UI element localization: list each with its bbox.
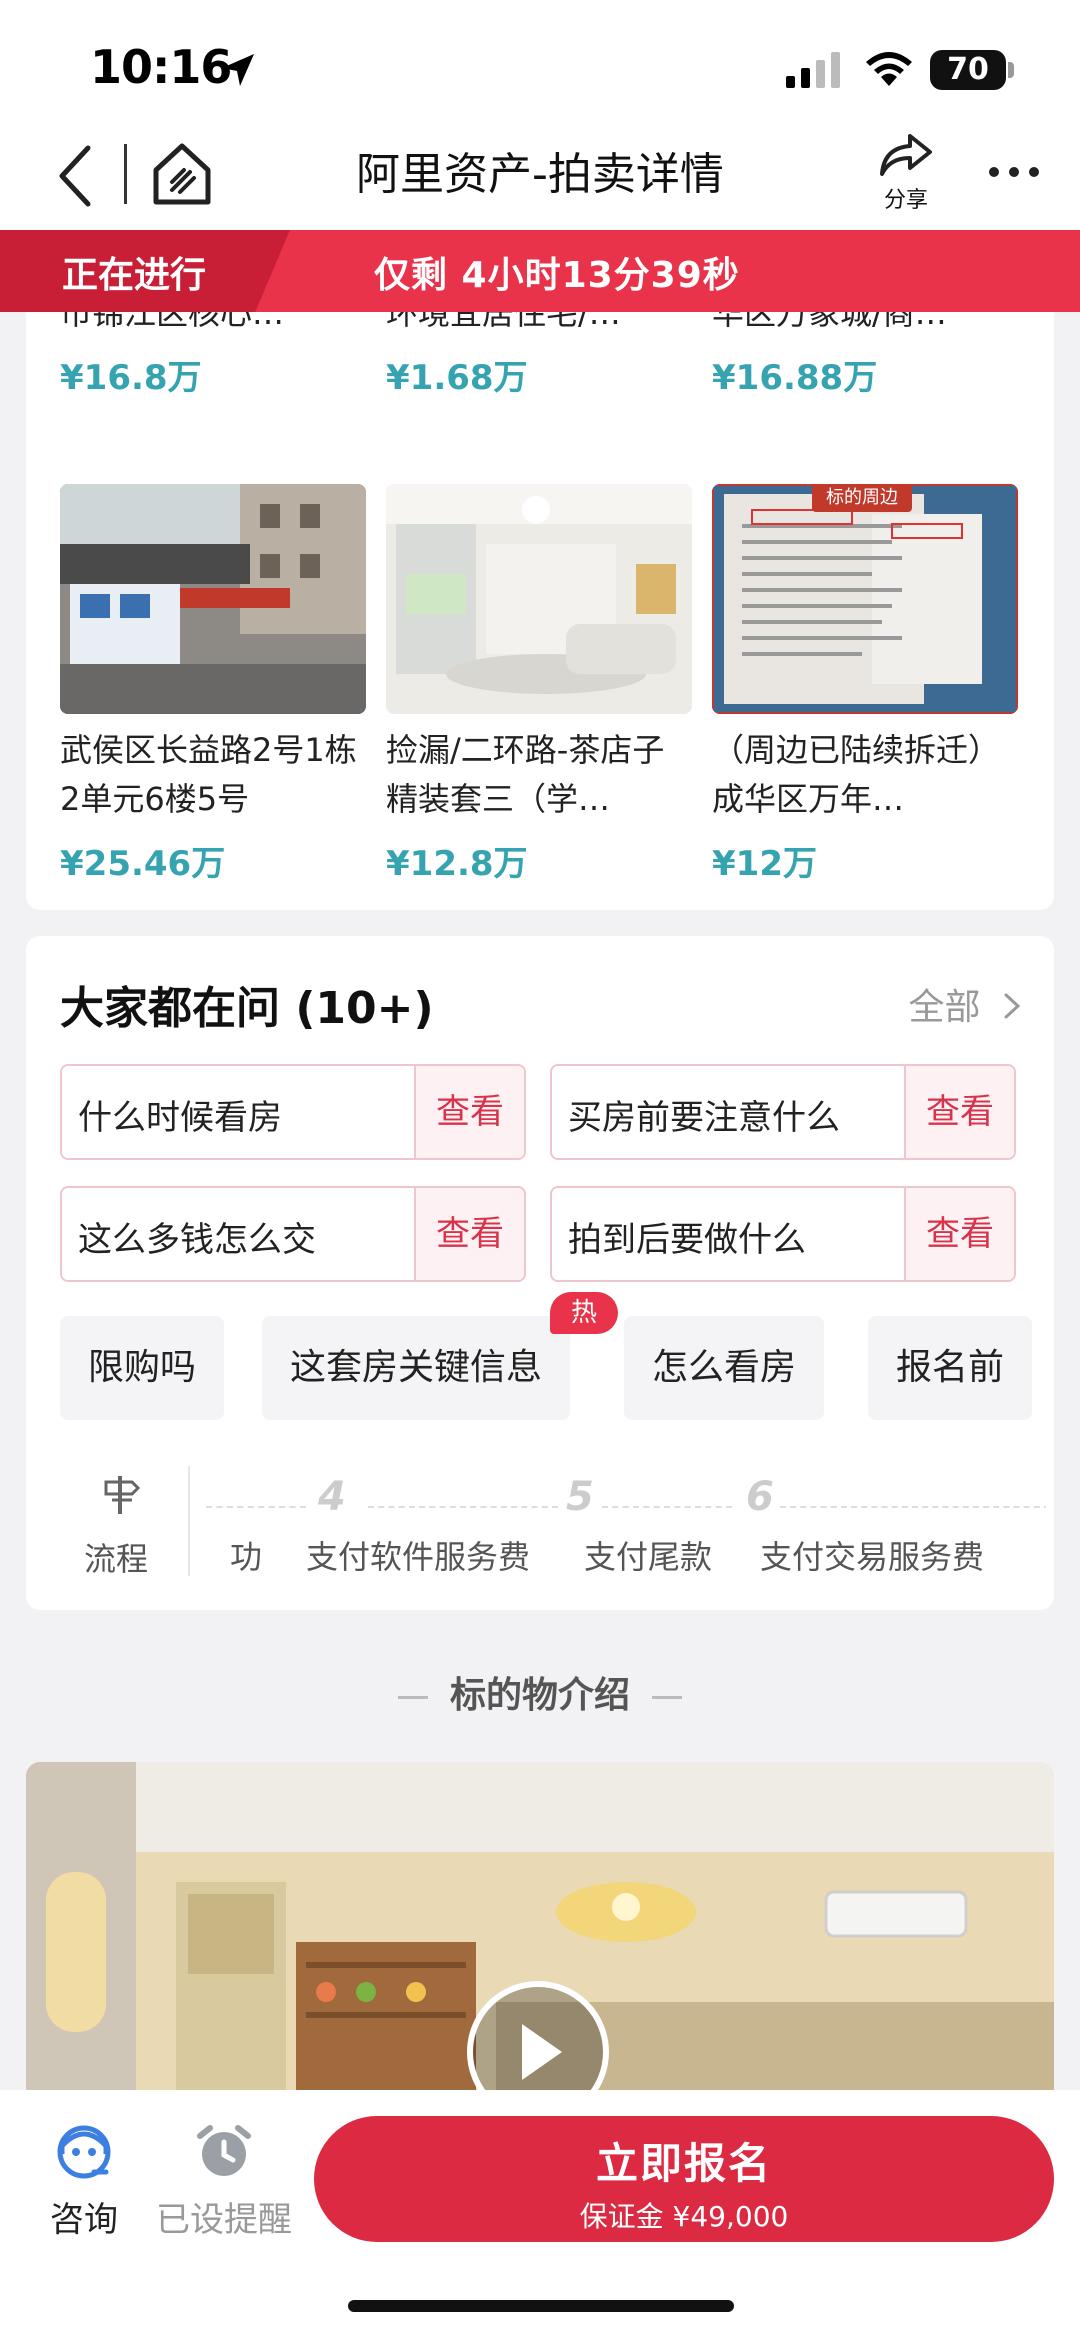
related-item-name: 捡漏/二环路-茶店子精装套三（学… <box>386 731 665 818</box>
share-button[interactable]: 分享 <box>876 130 936 214</box>
faq-chip[interactable]: 怎么看房 <box>624 1316 825 1420</box>
flow-step-label: 功 <box>230 1538 263 1576</box>
faq-chip[interactable]: 报名前 <box>868 1316 1033 1420</box>
flow-step-label: 支付软件服务费 <box>306 1538 531 1576</box>
photo-tag: 标的周边 <box>826 487 898 508</box>
related-item-name: （周边已陆续拆迁）成华区万年… <box>712 731 1001 818</box>
flow-connector <box>602 1506 732 1508</box>
related-item[interactable]: 标的周边 （周边已陆续拆迁）成华区万年… ¥12万 <box>712 484 1018 885</box>
related-item-price: ¥16.88万 <box>712 358 878 398</box>
faq-question: 什么时候看房 <box>78 1098 282 1138</box>
flow-connector <box>206 1506 306 1508</box>
consult-button[interactable]: 咨询 <box>50 2124 118 2241</box>
flow-connector <box>368 1506 558 1508</box>
flow-step-label: 支付尾款 <box>584 1538 713 1576</box>
faq-item[interactable]: 买房前要注意什么 查看 <box>550 1064 1016 1160</box>
related-item[interactable]: 武侯区长益路2号1栋2单元6楼5号 ¥25.46万 <box>60 484 366 885</box>
faq-question: 买房前要注意什么 <box>568 1098 840 1138</box>
property-video[interactable] <box>26 1762 1054 2092</box>
register-now-label: 立即报名 <box>595 2139 772 2188</box>
battery-indicator: 70 <box>930 50 1006 90</box>
related-items-card: 二环内老破小）成都市锦江区核心… ¥16.8万 特价捡漏】新都绝佳环境宜居住宅/… <box>26 280 1054 910</box>
hot-badge: 热 <box>550 1292 618 1334</box>
home-indicator <box>348 2300 734 2312</box>
faq-view-button[interactable]: 查看 <box>414 1188 524 1280</box>
countdown-timer: 仅剩 4小时13分39秒 <box>374 255 740 296</box>
alarm-clock-icon <box>197 2125 251 2176</box>
related-item-name: 武侯区长益路2号1栋2单元6楼5号 <box>60 731 357 818</box>
nav-bar: 阿里资产-拍卖详情 分享 <box>0 130 1080 230</box>
wifi-icon <box>866 52 912 86</box>
faq-view-button[interactable]: 查看 <box>414 1066 524 1158</box>
related-item-photo <box>386 484 692 714</box>
section-title-text: 标的物介绍 <box>449 1675 630 1716</box>
title-dash <box>652 1695 682 1699</box>
flow-step-number: 4 <box>318 1474 346 1520</box>
status-time: 10:16 <box>90 40 232 94</box>
flow-step-number: 5 <box>566 1474 594 1520</box>
headset-icon <box>57 2125 111 2179</box>
title-dash <box>397 1695 428 1699</box>
faq-item[interactable]: 这么多钱怎么交 查看 <box>60 1186 526 1282</box>
reminder-label: 已设提醒 <box>156 2200 292 2240</box>
consult-label: 咨询 <box>50 2200 118 2240</box>
deposit-amount: 保证金 ¥49,000 <box>579 2200 789 2233</box>
related-item-price: ¥12万 <box>712 844 817 884</box>
faq-chip[interactable]: 限购吗 <box>60 1316 225 1420</box>
faq-card: 大家都在问 (10+) 全部 什么时候看房 查看 买房前要注意什么 查看 这么多… <box>26 936 1054 1610</box>
flow-divider <box>188 1466 190 1576</box>
faq-view-button[interactable]: 查看 <box>904 1188 1014 1280</box>
related-item[interactable]: 捡漏/二环路-茶店子精装套三（学… ¥12.8万 <box>386 484 692 885</box>
status-bar: 10:16 70 <box>0 0 1080 130</box>
more-icon[interactable] <box>984 150 1044 194</box>
flow-label: 流程 <box>84 1540 149 1578</box>
related-item-price: ¥12.8万 <box>386 844 528 884</box>
faq-all-link[interactable]: 全部 <box>909 978 1024 1030</box>
chevron-right-icon <box>1004 993 1021 1019</box>
related-item-price: ¥25.46万 <box>60 844 226 884</box>
location-arrow-icon <box>222 54 254 86</box>
flow-step-label: 支付交易服务费 <box>760 1538 985 1576</box>
share-icon <box>880 134 932 176</box>
share-label: 分享 <box>883 188 928 213</box>
related-item-price: ¥1.68万 <box>386 358 528 398</box>
faq-question: 拍到后要做什么 <box>568 1220 806 1260</box>
flow-connector <box>780 1506 1046 1508</box>
signal-icon <box>786 52 840 88</box>
faq-item[interactable]: 什么时候看房 查看 <box>60 1064 526 1160</box>
auction-status: 正在进行 <box>62 255 207 296</box>
faq-all-label: 全部 <box>908 987 981 1028</box>
faq-question: 这么多钱怎么交 <box>78 1220 316 1260</box>
faq-chip[interactable]: 这套房关键信息 <box>262 1316 571 1420</box>
related-item-price: ¥16.8万 <box>60 358 202 398</box>
section-title: 标的物介绍 <box>0 1666 1080 1718</box>
faq-item[interactable]: 拍到后要做什么 查看 <box>550 1186 1016 1282</box>
faq-view-button[interactable]: 查看 <box>904 1066 1014 1158</box>
flow-steps[interactable]: 功 4 支付软件服务费 5 支付尾款 6 支付交易服务费 <box>206 1456 1046 1586</box>
related-item-photo: 标的周边 <box>712 484 1018 714</box>
register-now-button[interactable]: 立即报名 保证金 ¥49,000 <box>314 2116 1054 2242</box>
flow-step-number: 6 <box>746 1474 774 1520</box>
signpost-icon <box>104 1476 141 1514</box>
faq-title: 大家都在问 (10+) <box>60 983 434 1034</box>
reminder-button[interactable]: 已设提醒 <box>156 2124 292 2241</box>
related-item-photo <box>60 484 366 714</box>
battery-tip <box>1008 62 1014 78</box>
auction-status-banner: 正在进行 仅剩 4小时13分39秒 <box>0 230 1080 312</box>
